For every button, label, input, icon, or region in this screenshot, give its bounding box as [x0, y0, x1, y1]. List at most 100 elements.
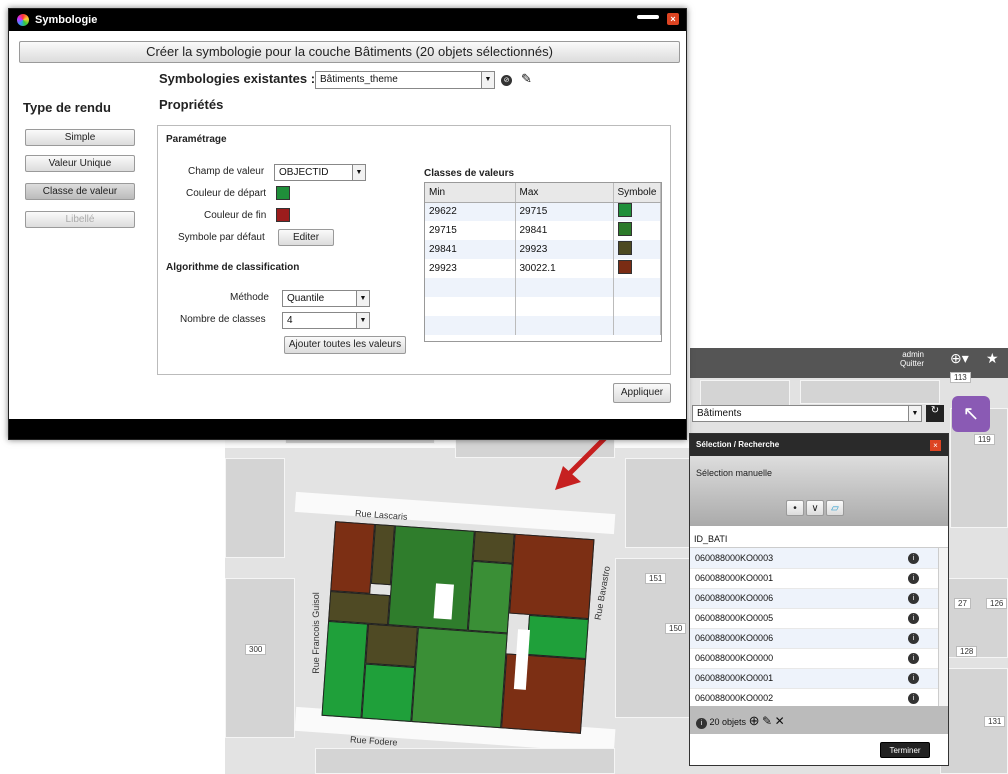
simple-button[interactable]: Simple	[25, 129, 135, 146]
symbol-swatch[interactable]	[617, 241, 632, 255]
apply-button[interactable]: Appliquer	[613, 383, 671, 403]
class-row[interactable]: 29622 29715	[425, 202, 661, 221]
results-footer: i 20 objets ⊕ ✎ ✕	[690, 706, 948, 734]
info-icon[interactable]: i	[908, 593, 919, 604]
start-color-swatch[interactable]	[276, 186, 290, 200]
delete-icon[interactable]: ✕	[775, 714, 785, 728]
field-label: Champ de valeur	[188, 166, 265, 177]
col-max: Max	[515, 183, 614, 203]
street-label: Rue Bavastro	[592, 565, 612, 621]
delete-icon[interactable]: ⊘	[501, 75, 512, 86]
map-view[interactable]: Rue Lascaris Rue Francois Guisol Rue Bav…	[225, 418, 695, 774]
col-min: Min	[425, 183, 516, 203]
nclass-label: Nombre de classes	[180, 314, 266, 325]
result-row[interactable]: 060088000KO0005 i	[690, 608, 938, 629]
class-row[interactable]: 29841 29923	[425, 240, 661, 259]
user-label: admin	[902, 350, 925, 359]
class-row[interactable]: 29715 29841	[425, 221, 661, 240]
address-number: 126	[986, 598, 1008, 609]
info-icon[interactable]: i	[908, 552, 919, 564]
pencil-icon[interactable]: ✎	[521, 71, 532, 87]
refresh-icon[interactable]: ↻	[926, 405, 944, 422]
default-symbol-label: Symbole par défaut	[178, 232, 265, 243]
result-row[interactable]: 060088000KO0006 i	[690, 588, 938, 609]
quit-link[interactable]: Quitter	[900, 359, 924, 368]
class-value-button[interactable]: Classe de valeur	[25, 183, 135, 200]
label-button[interactable]: Libellé	[25, 211, 135, 228]
result-row[interactable]: 060088000KO0006 i	[690, 628, 938, 649]
star-icon[interactable]: ★	[986, 350, 999, 367]
count-label: 20 objets	[709, 717, 747, 727]
line-tool-icon[interactable]: ∨	[806, 500, 824, 516]
method-select[interactable]: Quantile ▼	[282, 290, 370, 307]
result-id: 060088000KO0006	[690, 588, 908, 609]
selection-panel: Sélection / Recherche × Sélection manuel…	[689, 433, 949, 766]
classes-table: Min Max Symbole 29622 29715 29715 29841 2984…	[424, 182, 662, 342]
dialog-footer	[9, 419, 686, 439]
result-id: 060088000KO0003	[690, 548, 908, 569]
results-table: 060088000KO0003 i 060088000KO0001 i 06008800…	[690, 548, 938, 709]
address-number: 150	[665, 623, 687, 634]
info-icon[interactable]: i	[908, 633, 919, 644]
unique-value-button[interactable]: Valeur Unique	[25, 155, 135, 172]
nclass-select[interactable]: 4 ▼	[282, 312, 370, 329]
result-row[interactable]: 060088000KO0001 i	[690, 668, 938, 689]
result-id: 060088000KO0000	[690, 648, 908, 669]
result-id: 060088000KO0002	[690, 688, 908, 709]
info-icon[interactable]: i	[908, 653, 919, 664]
result-id: 060088000KO0001	[690, 668, 908, 689]
point-tool-icon[interactable]: •	[786, 500, 804, 516]
finish-button[interactable]: Terminer	[880, 742, 930, 758]
end-color-swatch[interactable]	[276, 208, 290, 222]
result-id: 060088000KO0006	[690, 628, 908, 649]
symbol-swatch[interactable]	[617, 203, 632, 218]
address-number: 119	[974, 434, 995, 445]
result-row[interactable]: 060088000KO0000 i	[690, 648, 938, 669]
minimize-icon[interactable]	[637, 15, 659, 19]
dialog-header: Créer la symbologie pour la couche Bâtim…	[19, 41, 680, 63]
info-icon[interactable]: i	[908, 573, 919, 584]
classes-heading: Classes de valeurs	[424, 168, 515, 179]
symbol-swatch[interactable]	[617, 222, 632, 236]
edit-icon[interactable]: ✎	[762, 714, 772, 728]
info-icon[interactable]: i	[908, 673, 919, 684]
result-row[interactable]: 060088000KO0002 i	[690, 688, 938, 709]
properties-panel: Paramétrage Champ de valeur OBJECTID ▼ Co…	[157, 125, 671, 375]
close-icon[interactable]: ×	[667, 13, 679, 25]
result-row[interactable]: 060088000KO0003 i	[690, 548, 938, 569]
polygon-tool-icon[interactable]: ▱	[826, 500, 844, 516]
edit-button[interactable]: Editer	[278, 229, 334, 246]
street-label: Rue Fodere	[349, 734, 398, 748]
settings-heading: Paramétrage	[166, 134, 227, 145]
info-icon: i	[696, 718, 707, 729]
close-icon[interactable]: ×	[930, 440, 941, 451]
class-row[interactable]: 29923 30022.1	[425, 259, 661, 278]
start-color-label: Couleur de départ	[186, 188, 267, 199]
info-icon[interactable]: i	[908, 693, 919, 704]
result-row[interactable]: 060088000KO0001 i	[690, 568, 938, 589]
mode-area: Sélection manuelle • ∨ ▱	[690, 456, 948, 526]
address-number: 151	[645, 573, 667, 584]
address-number: 131	[984, 716, 1006, 727]
info-icon[interactable]: i	[908, 613, 919, 624]
mode-label: Sélection manuelle	[696, 468, 773, 478]
add-all-button[interactable]: Ajouter toutes les valeurs	[284, 336, 406, 354]
end-color-label: Couleur de fin	[204, 210, 267, 221]
street-label: Rue Francois Guisol	[310, 592, 321, 674]
existing-select[interactable]: Bâtiments_theme ▼	[315, 71, 495, 89]
symbology-dialog: Symbologie × Créer la symbologie pour la…	[8, 8, 687, 440]
scrollbar[interactable]	[938, 548, 948, 708]
panel-title: Sélection / Recherche	[690, 434, 948, 456]
zoom-icon[interactable]: ⊕	[749, 713, 760, 728]
selected-buildings[interactable]	[321, 521, 595, 734]
dialog-titlebar: Symbologie ×	[9, 9, 686, 31]
method-label: Méthode	[230, 292, 269, 303]
address-number: 27	[954, 598, 971, 609]
address-number: 128	[956, 646, 978, 657]
palette-icon	[17, 14, 29, 26]
field-select[interactable]: OBJECTID ▼	[274, 164, 366, 181]
layer-select[interactable]: Bâtiments ▼	[692, 405, 922, 422]
symbol-swatch[interactable]	[617, 260, 632, 274]
cursor-tool-icon[interactable]: ↖	[952, 396, 990, 432]
layers-icon[interactable]: ⊕▾	[950, 350, 969, 367]
